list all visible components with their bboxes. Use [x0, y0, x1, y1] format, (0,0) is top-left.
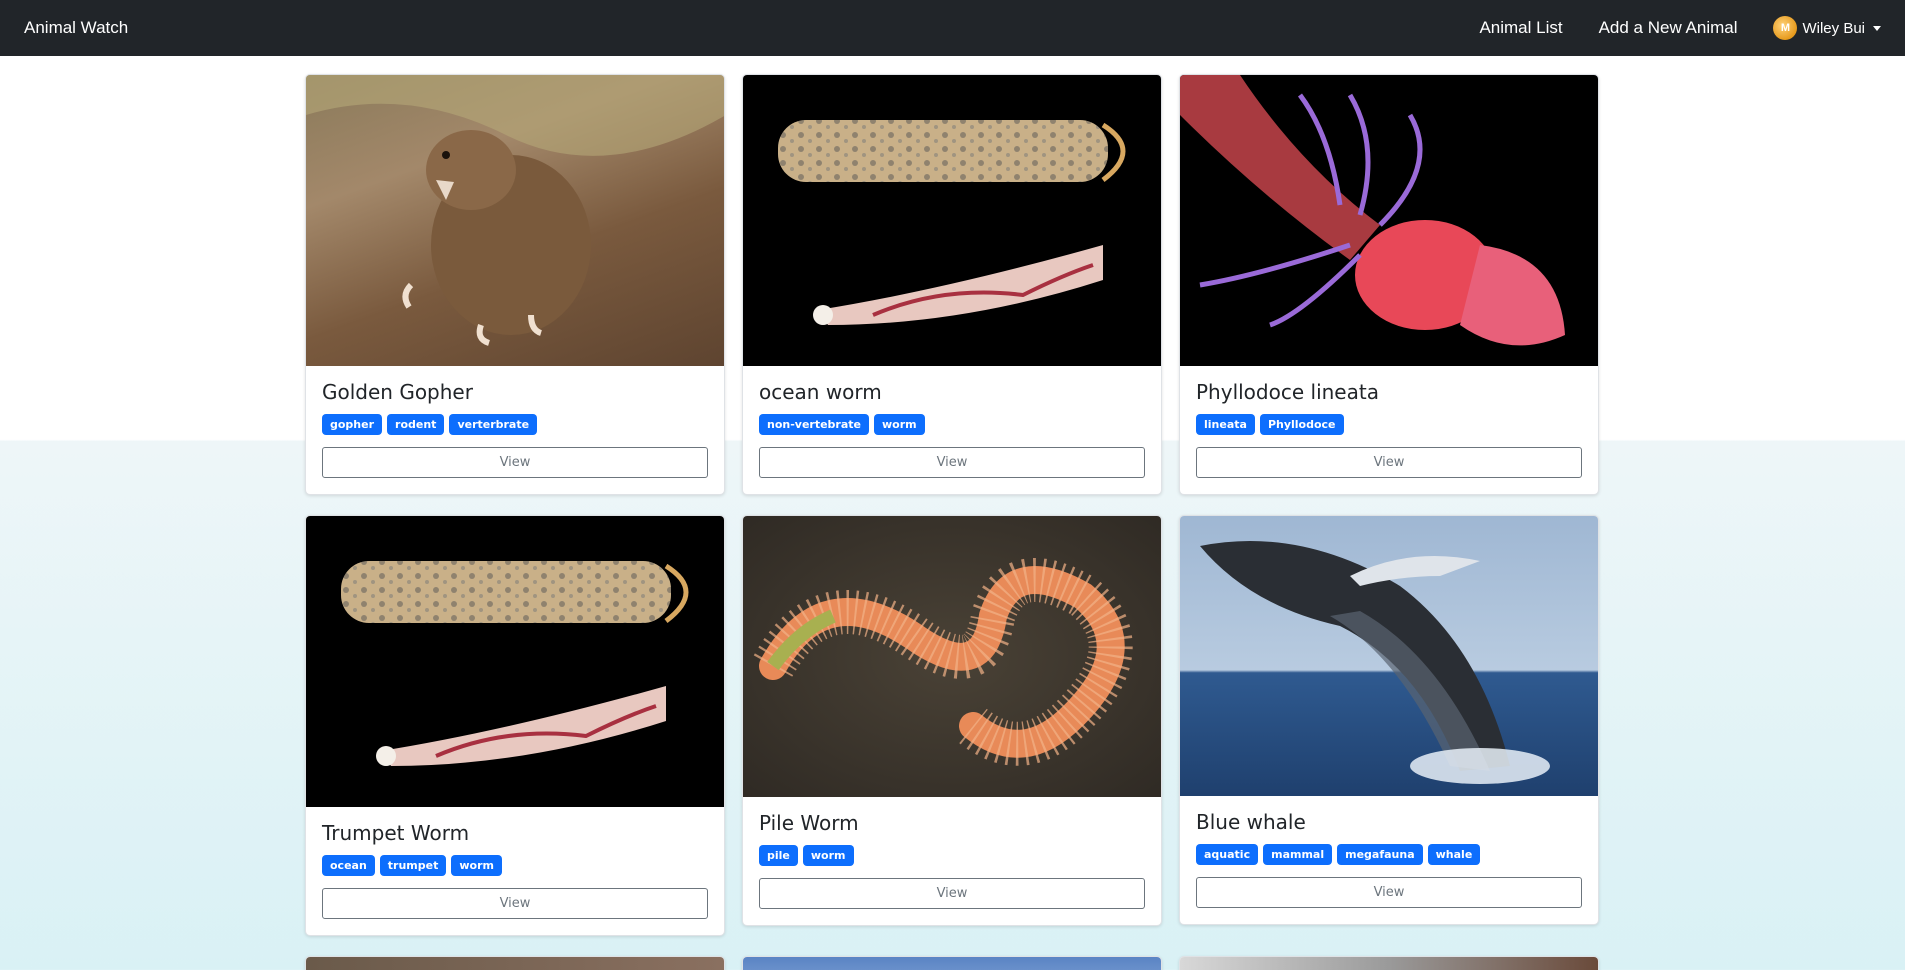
tag-badge: mammal — [1263, 844, 1333, 865]
animal-photo — [306, 957, 724, 970]
tag-list: gopher rodent verterbrate — [322, 414, 708, 435]
tag-badge: whale — [1427, 844, 1481, 865]
tag-badge: lineata — [1196, 414, 1255, 435]
nav-links: Animal List Add a New Animal M Wiley Bui — [1479, 16, 1881, 40]
card-title: Trumpet Worm — [322, 821, 470, 845]
animal-card — [742, 956, 1162, 970]
nav-add-animal[interactable]: Add a New Animal — [1599, 18, 1738, 38]
avatar: M — [1773, 16, 1798, 40]
animal-card: Golden Gopher gopher rodent verterbrate … — [305, 74, 725, 495]
tag-badge: worm — [874, 414, 925, 435]
view-button[interactable]: View — [759, 447, 1145, 478]
animal-card: Pile Worm pile worm View — [742, 515, 1162, 926]
top-navbar: Animal Watch Animal List Add a New Anima… — [0, 0, 1905, 56]
tag-badge: non-vertebrate — [759, 414, 869, 435]
red-worm-photo — [1180, 75, 1598, 366]
card-title: Blue whale — [1196, 810, 1306, 834]
animal-card — [305, 956, 725, 970]
animal-card: Phyllodoce lineata lineata Phyllodoce Vi… — [1179, 74, 1599, 495]
card-title: Phyllodoce lineata — [1196, 380, 1379, 404]
tag-list: ocean trumpet worm — [322, 855, 708, 876]
tag-badge: pile — [759, 845, 798, 866]
tag-badge: worm — [451, 855, 502, 876]
tag-badge: verterbrate — [449, 414, 538, 435]
tag-badge: Phyllodoce — [1259, 414, 1344, 435]
view-button[interactable]: View — [1196, 877, 1582, 908]
tag-list: aquatic mammal megafauna whale — [1196, 844, 1582, 865]
tube-worm-photo — [306, 516, 724, 807]
chevron-down-icon — [1873, 25, 1881, 31]
animal-photo — [743, 957, 1161, 970]
user-menu[interactable]: M Wiley Bui — [1773, 16, 1881, 40]
whale-photo — [1180, 516, 1598, 796]
animal-card: ocean worm non-vertebrate worm View — [742, 74, 1162, 495]
animal-card — [1179, 956, 1599, 970]
tag-badge: rodent — [387, 414, 445, 435]
tag-list: pile worm — [759, 845, 1145, 866]
card-title: Golden Gopher — [322, 380, 473, 404]
animal-card: Trumpet Worm ocean trumpet worm View — [305, 515, 725, 936]
view-button[interactable]: View — [322, 447, 708, 478]
user-name: Wiley Bui — [1802, 19, 1865, 37]
brand-link[interactable]: Animal Watch — [24, 18, 128, 38]
nav-animal-list[interactable]: Animal List — [1479, 18, 1562, 38]
gopher-photo — [306, 75, 724, 366]
animal-photo — [1180, 957, 1598, 970]
view-button[interactable]: View — [322, 888, 708, 919]
tube-worm-photo — [743, 75, 1161, 366]
tag-list: non-vertebrate worm — [759, 414, 1145, 435]
animal-card: Blue whale aquatic mammal megafauna whal… — [1179, 515, 1599, 925]
bristle-worm-photo — [743, 516, 1161, 797]
tag-badge: ocean — [322, 855, 375, 876]
tag-badge: worm — [802, 845, 854, 866]
tag-badge: gopher — [322, 414, 383, 435]
tag-badge: trumpet — [379, 855, 447, 876]
card-title: Pile Worm — [759, 811, 859, 835]
tag-list: lineata Phyllodoce — [1196, 414, 1582, 435]
view-button[interactable]: View — [759, 878, 1145, 909]
card-title: ocean worm — [759, 380, 882, 404]
tag-badge: aquatic — [1196, 844, 1259, 865]
tag-badge: megafauna — [1337, 844, 1423, 865]
view-button[interactable]: View — [1196, 447, 1582, 478]
